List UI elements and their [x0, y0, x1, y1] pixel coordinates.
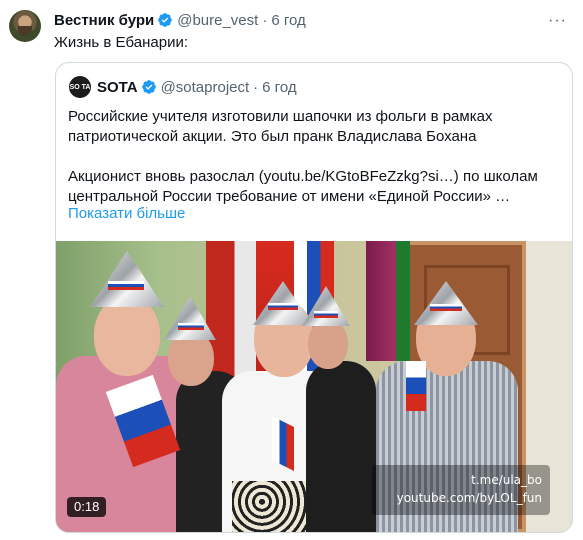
video-player[interactable]: t.me/ula_bo youtube.com/byLOL_fun 0:18	[56, 241, 572, 532]
more-dots-icon[interactable]: ···	[548, 12, 567, 30]
watermark-line-1: t.me/ula_bo	[471, 473, 542, 487]
verified-badge-icon	[158, 13, 173, 27]
author-handle[interactable]: @bure_vest	[177, 12, 258, 29]
quoted-author-handle[interactable]: @sotaproject	[161, 79, 250, 96]
tweet-header: Вестник бури @bure_vest · 6 год	[54, 11, 563, 29]
tweet[interactable]: Вестник бури @bure_vest · 6 год ··· Жизн…	[0, 0, 583, 540]
quoted-paragraph-1: Российские учителя изготовили шапочки из…	[68, 108, 493, 145]
quoted-tweet[interactable]: SO TA SOTA @sotaproject · 6 год Российск…	[55, 62, 573, 533]
show-more-link[interactable]: Показати більше	[68, 205, 185, 222]
banner-flag	[396, 241, 410, 361]
author-avatar[interactable]	[9, 10, 41, 42]
author-name[interactable]: Вестник бури	[54, 12, 154, 29]
tweet-time[interactable]: 6 год	[271, 12, 305, 29]
russian-flag-handheld	[406, 361, 426, 411]
verified-badge-icon	[141, 80, 156, 94]
quoted-tweet-time[interactable]: 6 год	[262, 79, 296, 96]
tweet-text: Жизнь в Ебанарии:	[54, 34, 188, 51]
video-duration-badge: 0:18	[67, 497, 107, 517]
quoted-author-avatar[interactable]: SO TA	[69, 76, 91, 98]
quoted-tweet-header: SOTA @sotaproject · 6 год	[97, 78, 297, 96]
video-watermark: t.me/ula_bo youtube.com/byLOL_fun	[372, 465, 550, 515]
quoted-author-name[interactable]: SOTA	[97, 79, 138, 96]
separator-dot: ·	[262, 11, 268, 29]
watermark-line-2: youtube.com/byLOL_fun	[396, 491, 542, 505]
quoted-paragraph-2: Акционист вновь разослал (youtu.be/KGtoB…	[68, 168, 538, 205]
separator-dot: ·	[253, 78, 259, 96]
